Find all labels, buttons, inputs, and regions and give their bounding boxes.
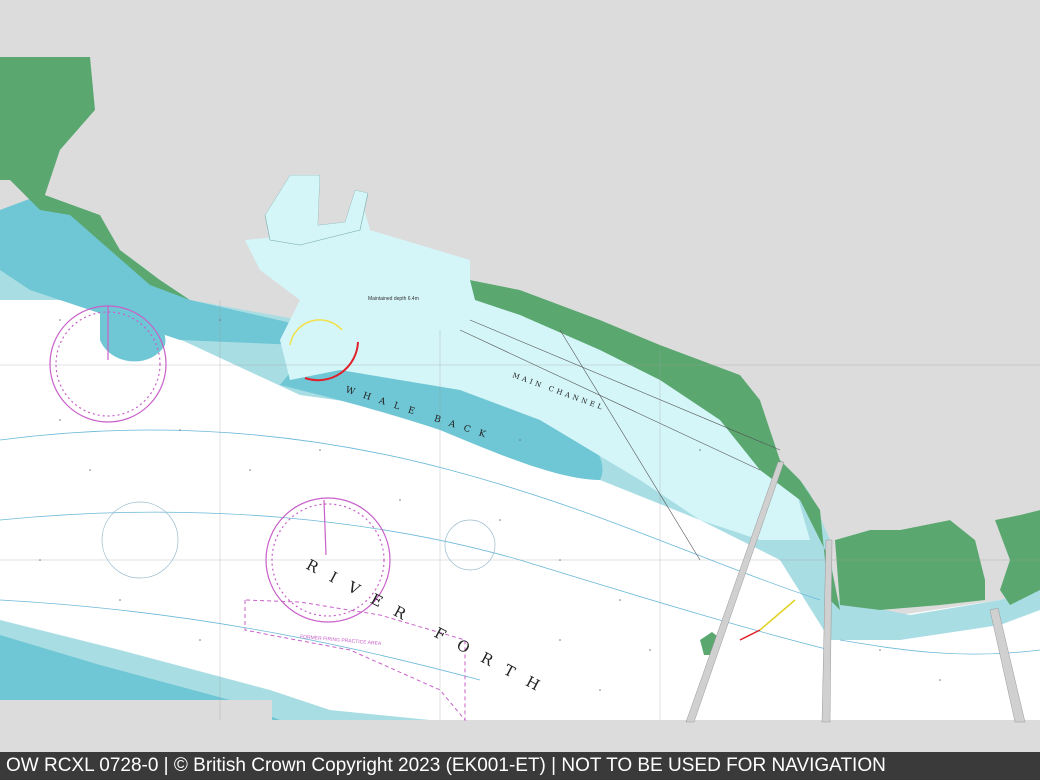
label-maintained-depth: Maintained depth 6.4m bbox=[368, 296, 419, 302]
no-data-top bbox=[0, 0, 1040, 57]
no-data-bottom bbox=[0, 722, 1040, 752]
nautical-chart[interactable]: RIVER FORTH WHALE BACK MAIN CHANNEL FORM… bbox=[0, 0, 1040, 752]
copyright-footer: OW RCXL 0728-0 | © British Crown Copyrig… bbox=[0, 752, 1040, 780]
no-data-bottom-left bbox=[0, 700, 272, 722]
